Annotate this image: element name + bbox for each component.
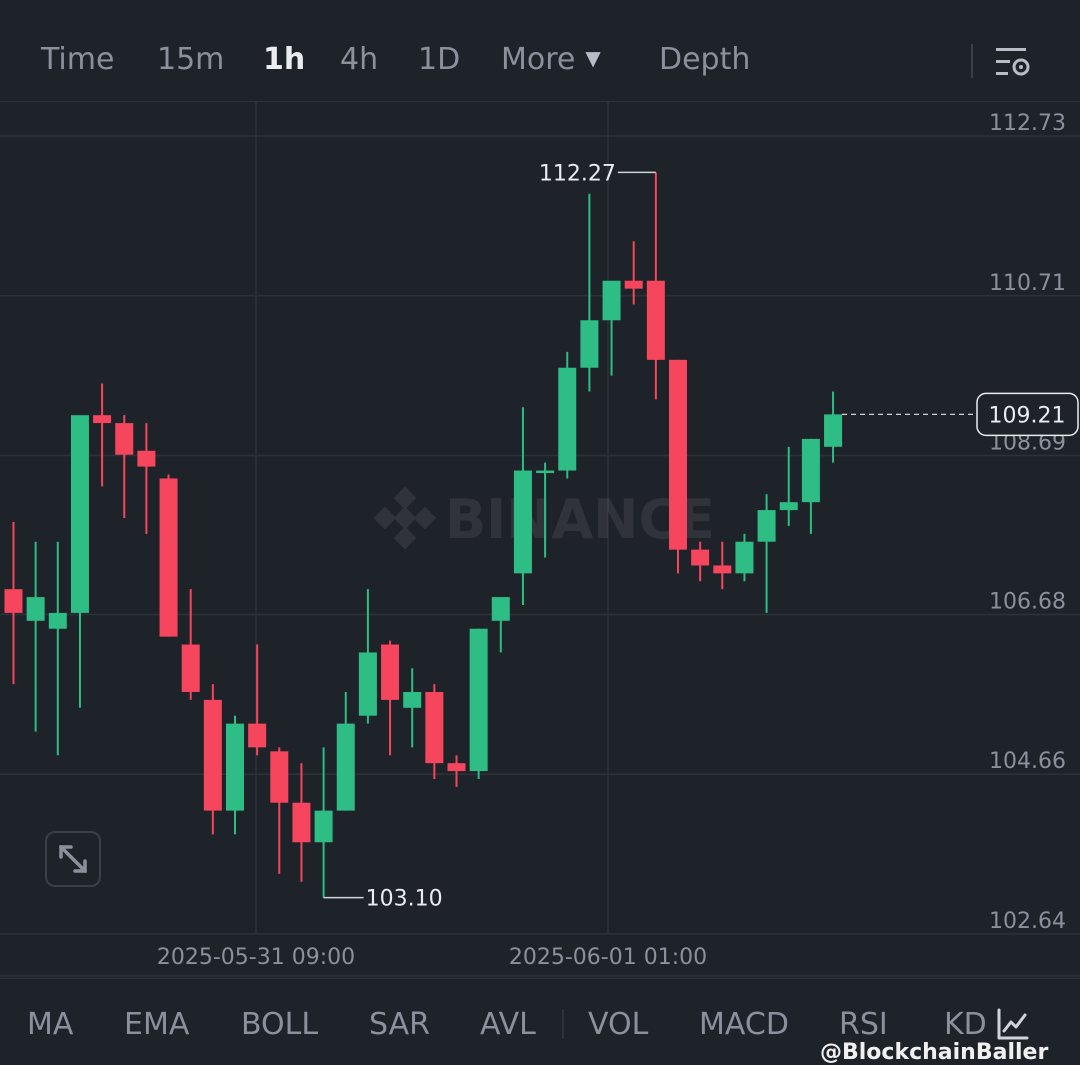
indicator-ema[interactable]: EMA xyxy=(124,1007,189,1042)
indicator-kd[interactable]: KD xyxy=(944,1007,987,1042)
candle-body xyxy=(580,320,599,368)
candle-body xyxy=(48,612,67,629)
indicator-settings-icon[interactable] xyxy=(996,1007,1030,1041)
indicator-divider xyxy=(562,1009,564,1039)
indicator-sar[interactable]: SAR xyxy=(369,1007,430,1042)
candle-body xyxy=(425,691,444,764)
caret-down-icon: ▼ xyxy=(585,46,601,70)
candle-body xyxy=(669,359,687,550)
tab-depth[interactable]: Depth xyxy=(659,42,750,77)
candle-body xyxy=(779,502,798,511)
candle-body xyxy=(513,470,532,574)
tab-4h[interactable]: 4h xyxy=(340,42,378,77)
x-tick-label: 2025-06-01 01:00 xyxy=(509,945,707,970)
x-tick-label: 2025-05-31 09:00 xyxy=(157,945,355,970)
indicator-vol[interactable]: VOL xyxy=(588,1007,648,1042)
candle-body xyxy=(713,565,732,574)
tab-15m[interactable]: 15m xyxy=(157,42,224,77)
candle-body xyxy=(469,628,488,772)
candle-body xyxy=(447,763,466,772)
candle-body xyxy=(403,691,422,708)
tab-more[interactable]: More ▼ xyxy=(501,42,601,77)
y-tick-label: 102.64 xyxy=(989,909,1066,934)
candle-body xyxy=(735,541,754,574)
candle-body xyxy=(757,510,776,542)
candle-body xyxy=(93,415,112,424)
candle-body xyxy=(536,470,555,474)
y-tick-label: 106.68 xyxy=(989,589,1066,614)
candle-body xyxy=(336,723,355,811)
fullscreen-button[interactable] xyxy=(45,831,101,887)
expand-icon xyxy=(59,845,87,873)
candle-body xyxy=(558,367,577,471)
indicator-rsi[interactable]: RSI xyxy=(839,1007,888,1042)
watermark-credit: @BlockchainBaller xyxy=(820,1040,1049,1065)
tab-time[interactable]: Time xyxy=(41,42,114,77)
candle-body xyxy=(691,549,710,566)
indicator-macd[interactable]: MACD xyxy=(699,1007,789,1042)
candle-body xyxy=(602,280,621,321)
candle-body xyxy=(314,810,333,843)
high-price-label: 112.27 xyxy=(539,161,616,186)
candle-body xyxy=(381,644,400,700)
candle-body xyxy=(70,415,89,613)
candle-body xyxy=(824,414,843,447)
candle-body xyxy=(137,450,156,467)
toolbar-divider xyxy=(971,44,973,78)
candle-body xyxy=(181,644,200,692)
last-price-label: 109.21 xyxy=(989,403,1066,428)
tab-1h[interactable]: 1h xyxy=(263,42,305,77)
candle-body xyxy=(115,423,134,455)
candle-body xyxy=(491,597,510,621)
candle-body xyxy=(358,652,377,716)
binance-logo-icon xyxy=(373,486,437,550)
timeframe-toolbar: Time 15m 1h 4h 1D More ▼ Depth xyxy=(0,0,1080,102)
indicator-boll[interactable]: BOLL xyxy=(241,1007,318,1042)
candle-body xyxy=(203,699,222,811)
candle-body xyxy=(801,438,820,503)
tab-1d[interactable]: 1D xyxy=(418,42,460,77)
candle-body xyxy=(26,597,45,621)
candle-body xyxy=(4,589,23,613)
candlestick-chart[interactable]: 112.73110.71108.69106.68104.66102.642025… xyxy=(0,102,1080,978)
indicator-avl[interactable]: AVL xyxy=(480,1007,536,1042)
candle-body xyxy=(248,723,267,748)
low-price-label: 103.10 xyxy=(366,887,443,912)
candle-body xyxy=(292,802,311,843)
y-tick-label: 112.73 xyxy=(989,111,1066,136)
candle-body xyxy=(646,280,665,360)
chart-settings-icon[interactable] xyxy=(994,44,1032,80)
candle-body xyxy=(270,751,289,803)
y-tick-label: 104.66 xyxy=(989,749,1066,774)
indicator-ma[interactable]: MA xyxy=(27,1007,73,1042)
y-tick-label: 110.71 xyxy=(989,271,1066,296)
candle-body xyxy=(159,478,178,637)
candle-body xyxy=(226,723,244,811)
candle-body xyxy=(624,280,643,289)
